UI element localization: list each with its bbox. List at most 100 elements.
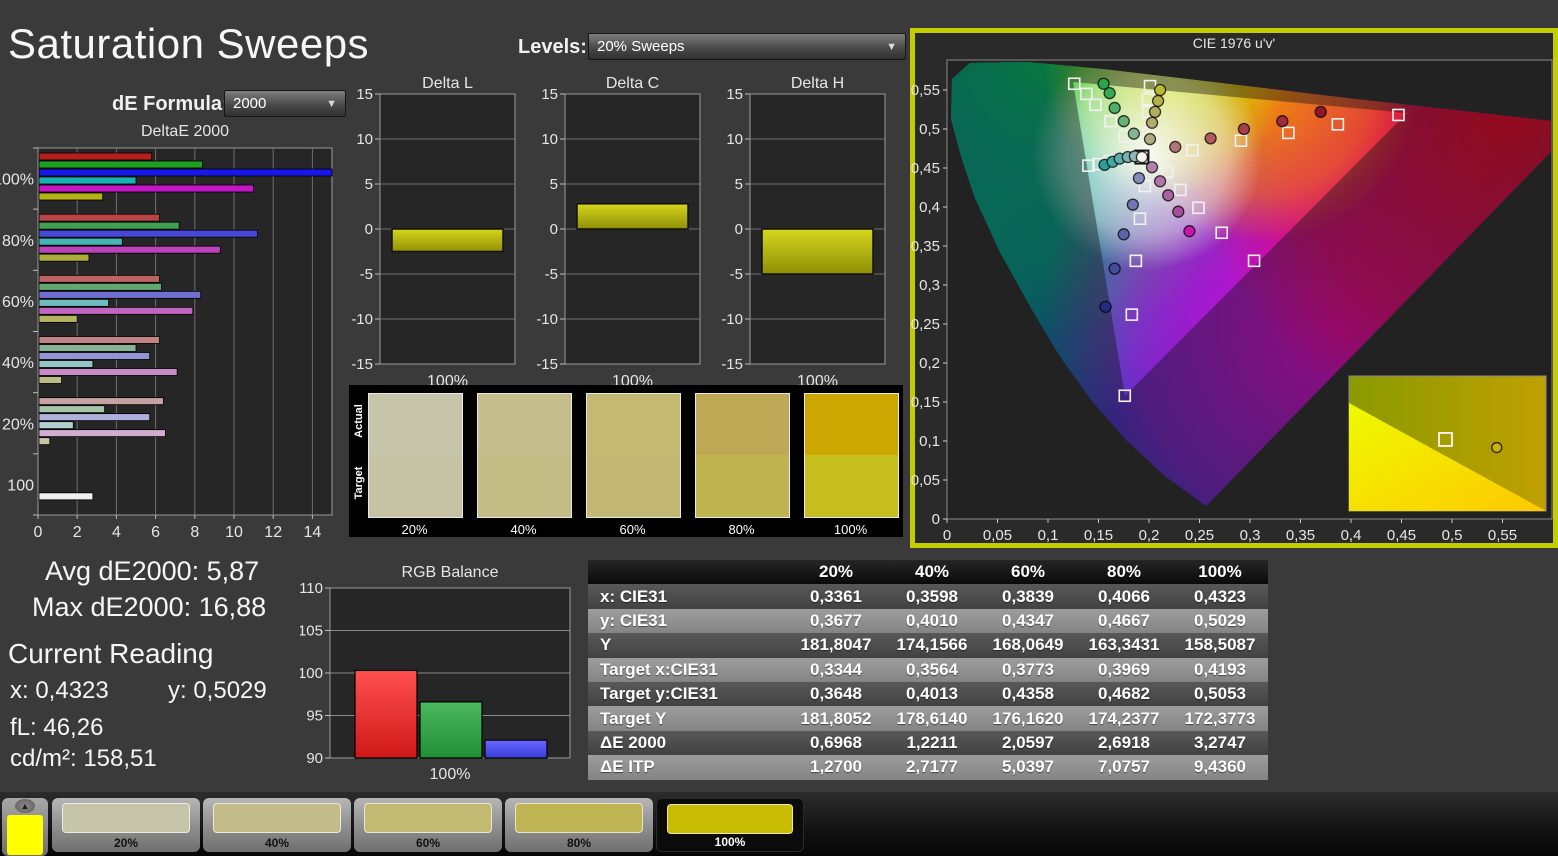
cie-measured-magenta: [1162, 189, 1175, 202]
current-y-reading: y: 0,5029: [168, 677, 267, 704]
deltae-bar-100%-5: [38, 192, 104, 201]
swatch-column-label: 80%: [728, 522, 755, 537]
rgb-bar-green: [419, 701, 483, 759]
table-cell: 0,3677: [788, 608, 884, 634]
levels-select[interactable]: 20% Sweeps ▼: [588, 33, 906, 60]
table-cell: 7,0757: [1076, 755, 1172, 780]
table-cell: 0,3648: [788, 681, 884, 707]
sweep-level-button-80%[interactable]: 80%: [505, 798, 653, 852]
deltae-bar-40%-4: [38, 368, 178, 376]
levels-label: Levels:: [518, 36, 587, 58]
cie-measured-blue: [1132, 171, 1146, 185]
table-cell: 0,3598: [884, 584, 980, 609]
table-cell: 0,4013: [884, 681, 980, 707]
svg-text:0,1: 0,1: [1038, 527, 1059, 544]
actual-swatch-20%: [368, 393, 463, 456]
cie-measured-red: [1237, 122, 1251, 136]
table-cell: 0,5053: [1172, 681, 1268, 707]
table-cell: 2,7177: [884, 755, 980, 780]
svg-text:0: 0: [735, 221, 743, 238]
table-row-label: Y: [588, 633, 788, 658]
target-swatch-60%: [586, 455, 681, 518]
deltae-bar-100%-0: [38, 152, 153, 161]
sweep-level-button-60%[interactable]: 60%: [354, 798, 502, 852]
deltae-bar-80%-5: [38, 253, 90, 262]
svg-text:15: 15: [541, 86, 558, 103]
chart-title: Delta L: [422, 76, 473, 92]
svg-text:6: 6: [151, 524, 160, 541]
svg-text:0,25: 0,25: [1185, 527, 1214, 544]
svg-text:-15: -15: [352, 356, 373, 373]
cie-measured-yellow: [1143, 132, 1157, 146]
deltae-bar-20%-5: [38, 437, 51, 446]
svg-text:0,55: 0,55: [1488, 527, 1517, 544]
svg-text:0,35: 0,35: [1286, 527, 1315, 544]
deltae-bar-80%-1: [38, 221, 180, 230]
max-de2000-reading: Max dE2000: 16,88: [32, 592, 267, 622]
table-cell: 0,4193: [1172, 657, 1268, 682]
sweep-level-button-100%[interactable]: 100%: [656, 798, 804, 852]
table-cell: 3,2747: [1172, 730, 1268, 756]
saturation-sweeps-page: Saturation Sweeps dE Formula: 2000 ▼ Lev…: [0, 0, 1558, 856]
svg-text:0: 0: [365, 221, 373, 238]
sweep-level-button-20%[interactable]: 20%: [52, 798, 200, 852]
cie-measured-red: [1314, 105, 1327, 118]
table-cell: 0,5029: [1172, 608, 1268, 634]
deltae-bar-80%-0: [38, 213, 160, 222]
svg-text:105: 105: [300, 623, 323, 640]
deltae-bar-40%-0: [38, 336, 160, 344]
fl-reading: fL: 46,26: [10, 714, 104, 741]
table-col-header: 40%: [884, 560, 980, 585]
sweep-level-button-40%[interactable]: 40%: [203, 798, 351, 852]
svg-text:0,45: 0,45: [911, 160, 940, 177]
svg-text:10: 10: [225, 524, 243, 541]
target-swatch-100%: [804, 455, 899, 518]
svg-text:100%: 100%: [430, 766, 471, 783]
sweep-button-label: 100%: [714, 835, 746, 849]
svg-text:80%: 80%: [2, 233, 34, 250]
cdm2-reading: cd/m²: 158,51: [10, 745, 157, 772]
cie-measured-blue: [1117, 228, 1130, 241]
sweep-swatch: [515, 803, 643, 833]
table-cell: 176,1620: [980, 706, 1076, 731]
chevron-down-icon: ▼: [326, 97, 337, 110]
sweep-button-label: 80%: [566, 836, 592, 850]
deltae-bar-40%-5: [38, 376, 62, 384]
table-cell: 172,3773: [1172, 706, 1268, 731]
cie-measured-magenta: [1153, 175, 1167, 188]
chart-title: DeltaE 2000: [141, 123, 229, 140]
rgb-bar-red: [354, 669, 418, 759]
cie-measured-red: [1204, 132, 1217, 145]
table-cell: 174,2377: [1076, 706, 1172, 731]
table-cell: 2,6918: [1076, 730, 1172, 756]
svg-text:-5: -5: [730, 266, 743, 283]
svg-text:0,4: 0,4: [919, 199, 940, 216]
delta_c-bar: [576, 203, 689, 230]
svg-text:-5: -5: [545, 266, 558, 283]
table-cell: 178,6140: [884, 706, 980, 731]
svg-text:0,05: 0,05: [983, 527, 1012, 544]
deltae-bar-60%-3: [38, 298, 109, 307]
cie-measured-green: [1108, 101, 1121, 115]
svg-text:0,45: 0,45: [1387, 527, 1416, 544]
table-cell: 5,0397: [980, 755, 1076, 780]
collapse-up-icon: ▲: [15, 799, 35, 813]
svg-text:10: 10: [726, 131, 743, 148]
current-patch-button[interactable]: ▲: [2, 798, 48, 856]
deltae-bar-40%-3: [38, 360, 94, 368]
svg-text:0,2: 0,2: [1139, 527, 1160, 544]
svg-text:4: 4: [112, 524, 121, 541]
page-title: Saturation Sweeps: [8, 20, 370, 67]
actual-swatch-100%: [804, 393, 899, 456]
svg-text:0,15: 0,15: [911, 394, 940, 411]
cie-measured-green: [1103, 86, 1116, 100]
table-cell: 1,2700: [788, 755, 884, 780]
swatch-column-label: 40%: [510, 522, 537, 537]
deltae-bar-60%-2: [38, 290, 202, 299]
cie-measured-green: [1127, 127, 1141, 140]
target-swatch-80%: [695, 455, 790, 518]
cie-measured-magenta: [1183, 225, 1196, 238]
current-reading-title: Current Reading: [8, 638, 214, 669]
de-formula-select[interactable]: 2000 ▼: [224, 90, 346, 117]
sweep-swatch: [62, 803, 190, 833]
